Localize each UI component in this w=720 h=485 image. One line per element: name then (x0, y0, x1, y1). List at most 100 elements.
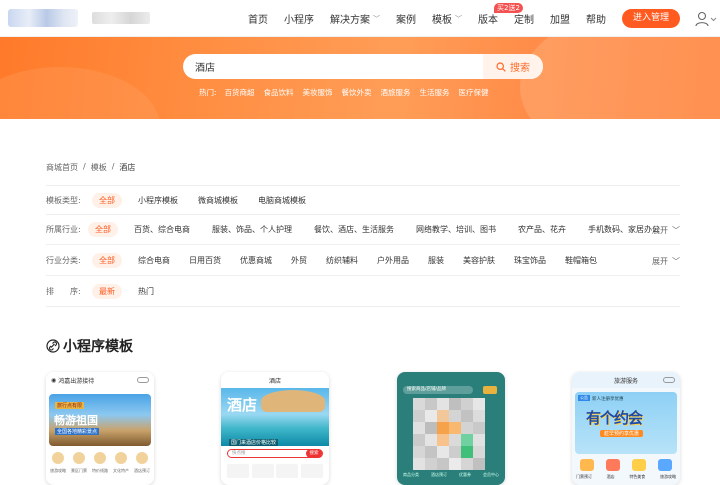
nav-versions[interactable]: 版本 (478, 11, 498, 26)
content-block (227, 464, 249, 478)
card-search-placeholder: 快点搜 (232, 451, 246, 456)
filter-option[interactable]: 美容护肤 (463, 255, 495, 266)
category-icon (632, 459, 646, 471)
filter-option[interactable]: 百货、综合电商 (134, 224, 190, 235)
breadcrumb-home[interactable]: 商城首页 (46, 162, 78, 173)
breadcrumb-templates[interactable]: 模板 (91, 162, 107, 173)
template-card-hotel[interactable]: 酒店 酒店 国门来酒店价格比较 快点搜 搜索 (221, 372, 329, 485)
filter-option[interactable]: 小程序模板 (138, 195, 178, 206)
filter-option[interactable]: 户外用品 (377, 255, 409, 266)
filter-option[interactable]: 农产品、花卉 (518, 224, 566, 235)
icon-label: 旅游攻略 (50, 468, 66, 473)
card-icon-labels: 旅游攻略 景区门票 特价线路 文化特产 酒店预订 (50, 468, 150, 474)
filter-label: 排 序: (46, 287, 81, 296)
filter-option[interactable]: 微商城模板 (198, 195, 238, 206)
category-icon (580, 459, 594, 471)
nav-franchise[interactable]: 加盟 (550, 11, 570, 26)
filter-label: 行业分类: (46, 256, 81, 265)
nav-templates[interactable]: 模板 ﹀ (432, 11, 462, 27)
card-icon-row (52, 452, 148, 464)
icon-label: 特价线路 (92, 468, 108, 473)
hot-item[interactable]: 百货商超 (225, 87, 255, 98)
capsule-icon (137, 377, 149, 383)
qr-code-image (413, 398, 485, 470)
nav-help[interactable]: 帮助 (586, 11, 606, 26)
nav-cases[interactable]: 案例 (396, 11, 416, 26)
hot-item[interactable]: 餐饮外卖 (342, 87, 372, 98)
search-button-label: 搜索 (510, 63, 530, 74)
card-chip (483, 386, 497, 394)
search-input[interactable] (195, 54, 475, 79)
icon-label: 酒店预订 (431, 472, 447, 477)
card-ribbon: 趁早预约享优惠 (600, 430, 644, 437)
hot-searches: 热门: 百货商超 食品饮料 美妆服饰 餐饮外卖 酒旅服务 生活服务 医疗保健 (199, 87, 498, 98)
nav-home[interactable]: 首页 (248, 11, 268, 26)
filter-option[interactable]: 综合电商 (138, 255, 170, 266)
icon-label: 酒店 (606, 474, 615, 479)
template-card-travel[interactable]: ◉ 鸿嘉出游接待 旅行点有限 畅游祖国 全国各地精彩景点 旅游攻略 景区门票 特… (46, 372, 154, 485)
link-icon (46, 339, 60, 353)
content-block (276, 464, 299, 478)
hot-item[interactable]: 美妆服饰 (303, 87, 333, 98)
card-slogan: 有个约会 (586, 409, 643, 427)
top-header: 首页 小程序 解决方案 ﹀ 案例 模板 ﹀ 版本 定制 加盟 帮助 买2送2 进入管… (0, 0, 720, 37)
user-icon[interactable] (695, 11, 717, 27)
card-icon-row (580, 459, 672, 471)
card-search-bar: 搜索商品/店铺/品牌 (403, 386, 473, 394)
filter-option[interactable]: 日用百货 (189, 255, 221, 266)
filter-option[interactable]: 外贸 (291, 255, 307, 266)
category-icon (658, 459, 672, 471)
search-button[interactable]: 搜索 (483, 54, 543, 79)
filter-option-active[interactable]: 全部 (92, 192, 122, 208)
nav-label: 解决方案 (330, 15, 370, 26)
hot-item[interactable]: 食品饮料 (264, 87, 294, 98)
category-icon (73, 452, 85, 464)
nav-solutions[interactable]: 解决方案 ﹀ (330, 11, 380, 27)
search-banner: 搜索 热门: 百货商超 食品饮料 美妆服饰 餐饮外卖 酒旅服务 生活服务 医疗保… (0, 37, 720, 119)
template-card-tourism[interactable]: 旅游服务 公告 新人注册享优惠 有个约会 趁早预约享优惠 门票预订 酒店 特色美… (572, 372, 680, 485)
icon-label: 门票预订 (576, 474, 592, 479)
category-icon (52, 452, 64, 464)
nav-label: 模板 (432, 15, 452, 26)
sort-option[interactable]: 热门 (138, 286, 154, 297)
chevron-down-icon: ﹀ (373, 14, 380, 23)
filter-option[interactable]: 手机数码、家居办公 (588, 224, 660, 235)
filter-option[interactable]: 电脑商城模板 (258, 195, 306, 206)
filter-option[interactable]: 纺织辅料 (326, 255, 358, 266)
nav-miniprogram[interactable]: 小程序 (284, 11, 314, 26)
category-icon (136, 452, 148, 464)
hot-item[interactable]: 医疗保健 (459, 87, 489, 98)
notice-text: 新人注册享优惠 (592, 397, 624, 402)
enter-admin-button[interactable]: 进入管理 (622, 9, 680, 28)
filter-option[interactable]: 鞋帽箱包 (565, 255, 597, 266)
icon-label: 商品分类 (403, 472, 419, 477)
card-tag: 全国各地精彩景点 (55, 428, 100, 435)
logo[interactable] (8, 9, 78, 27)
filter-option[interactable]: 服装、饰品、个人护理 (212, 224, 292, 235)
hot-item[interactable]: 酒旅服务 (381, 87, 411, 98)
hot-label: 热门: (199, 88, 217, 97)
template-card-qr[interactable]: 搜索商品/店铺/品牌 商品分类 酒店预订 优惠券 会员中心 (397, 372, 505, 485)
expand-category-button[interactable]: 展开 ﹀ (652, 246, 680, 276)
icon-label: 旅游攻略 (659, 474, 676, 479)
umbrella-image (261, 390, 325, 412)
icon-label: 酒店预订 (134, 468, 150, 473)
filter-option[interactable]: 珠宝饰品 (514, 255, 546, 266)
expand-industry-button[interactable]: 展开 ﹀ (652, 215, 680, 245)
filter-option[interactable]: 服装 (428, 255, 444, 266)
chevron-down-icon: ﹀ (455, 14, 462, 23)
hot-item[interactable]: 生活服务 (420, 87, 450, 98)
filter-option-active[interactable]: 全部 (92, 253, 122, 268)
location-icon: ◉ (51, 376, 57, 384)
breadcrumb-current: 酒店 (119, 163, 136, 172)
main-nav: 首页 小程序 解决方案 ﹀ 案例 模板 ﹀ 版本 定制 加盟 帮助 (248, 0, 622, 37)
nav-custom[interactable]: 定制 (514, 11, 534, 26)
filter-option[interactable]: 优惠商城 (240, 255, 272, 266)
filter-option-active[interactable]: 全部 (88, 222, 118, 237)
card-topbar: 旅游服务 (572, 372, 680, 388)
nav-label: 案例 (396, 15, 416, 26)
breadcrumb-separator: / (83, 162, 86, 171)
filter-option[interactable]: 网络教学、培训、图书 (416, 224, 496, 235)
filter-option[interactable]: 餐饮、酒店、生活服务 (314, 224, 394, 235)
sort-option-active[interactable]: 最新 (92, 284, 122, 299)
